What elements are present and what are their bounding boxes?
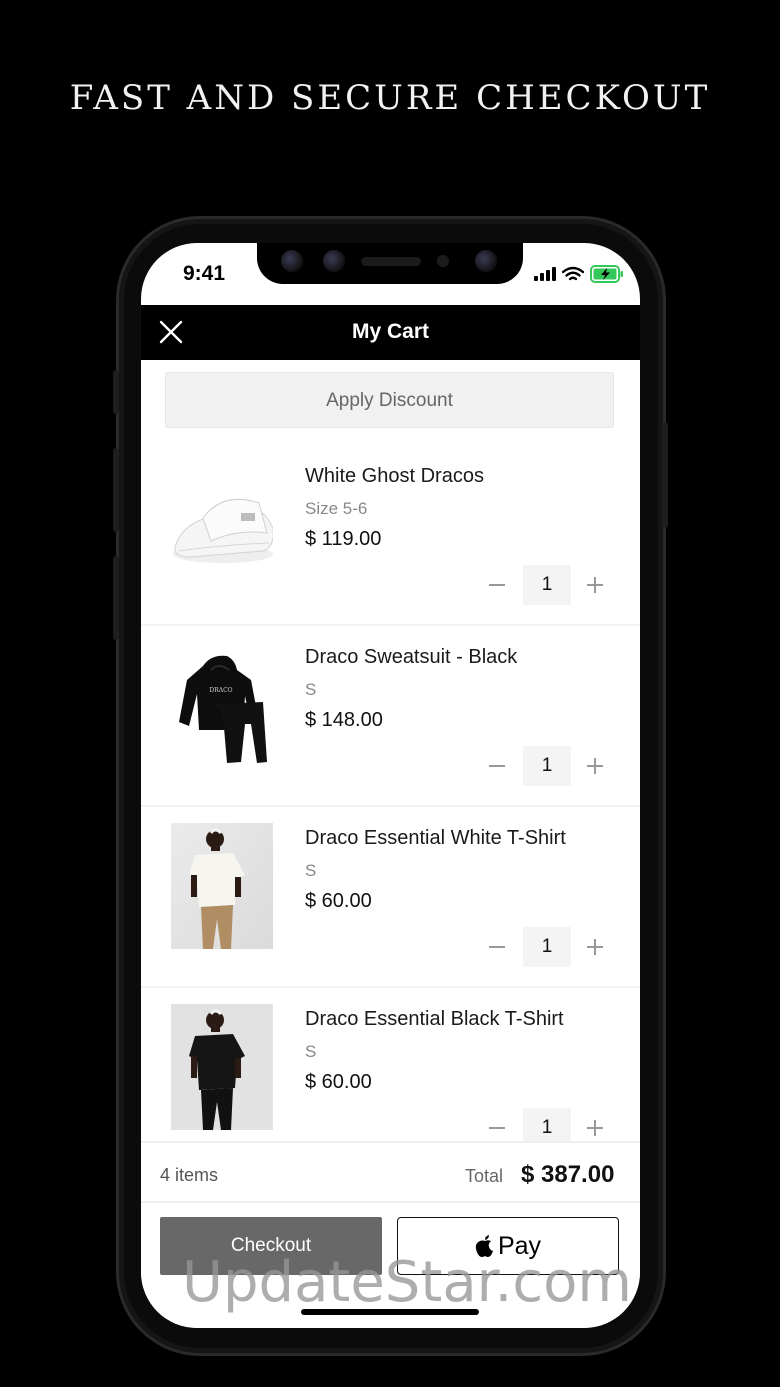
cart-item: Draco Essential White T-Shirt S $ 60.00 …: [141, 807, 640, 988]
total-value: $ 387.00: [521, 1161, 615, 1188]
item-size: S: [305, 1042, 317, 1061]
plus-icon[interactable]: [583, 1116, 607, 1140]
minus-icon[interactable]: [485, 1116, 509, 1140]
minus-icon[interactable]: [485, 935, 509, 959]
quantity-stepper: 1: [485, 746, 607, 786]
item-price: $ 148.00: [305, 709, 383, 731]
cart-item: DRACO Draco Sweatsuit - Black S $ 148.00…: [141, 626, 640, 807]
phone-screen: 9:41 My Cart Apply Discount White Ghost …: [141, 243, 640, 1328]
speaker-grille: [361, 257, 421, 266]
item-name: Draco Sweatsuit - Black: [305, 646, 518, 668]
apply-discount-button[interactable]: Apply Discount: [165, 372, 614, 428]
volume-up-button: [113, 448, 119, 532]
proximity-sensor: [437, 255, 449, 267]
quantity-value[interactable]: 1: [523, 565, 571, 605]
page-title: My Cart: [351, 320, 430, 343]
minus-icon[interactable]: [485, 573, 509, 597]
quantity-value[interactable]: 1: [523, 927, 571, 967]
sensor-icon: [281, 250, 303, 272]
sensor-icon: [323, 250, 345, 272]
hoodie-print: DRACO: [209, 687, 232, 694]
quantity-stepper: 1: [485, 927, 607, 967]
power-button: [662, 422, 668, 528]
plus-icon[interactable]: [583, 754, 607, 778]
divider: [141, 1201, 640, 1203]
status-icons: [534, 265, 624, 283]
item-price: $ 60.00: [305, 1071, 372, 1093]
plus-icon[interactable]: [583, 573, 607, 597]
battery-charging-icon: [590, 265, 623, 283]
item-size: S: [305, 861, 317, 880]
product-image-sweatsuit: DRACO: [179, 655, 267, 763]
item-price: $ 119.00: [305, 528, 382, 550]
watermark: UpdateStar.com: [182, 1250, 632, 1315]
wifi-icon: [562, 266, 584, 281]
item-name: Draco Essential White T-Shirt: [305, 827, 566, 849]
product-image-black-tshirt: [171, 1004, 273, 1130]
mute-switch: [113, 370, 119, 414]
item-count: 4 items: [160, 1165, 219, 1185]
item-price: $ 60.00: [305, 890, 372, 912]
cart-item: White Ghost Dracos Size 5-6 $ 119.00 1: [141, 445, 640, 626]
front-camera-icon: [475, 250, 497, 272]
quantity-stepper: 1: [485, 565, 607, 605]
headline: FAST AND SECURE CHECKOUT: [69, 78, 711, 118]
signal-icon: [534, 267, 556, 281]
navbar: My Cart: [141, 305, 640, 360]
total-label: Total: [465, 1166, 504, 1186]
quantity-value[interactable]: 1: [523, 746, 571, 786]
notch: [257, 243, 523, 284]
status-time: 9:41: [183, 262, 226, 285]
item-name: Draco Essential Black T-Shirt: [305, 1008, 564, 1030]
volume-down-button: [113, 556, 119, 640]
plus-icon[interactable]: [583, 935, 607, 959]
minus-icon[interactable]: [485, 754, 509, 778]
item-name: White Ghost Dracos: [305, 465, 484, 487]
product-image-slide: [173, 498, 273, 563]
item-size: S: [305, 680, 317, 699]
item-size: Size 5-6: [305, 499, 368, 518]
product-image-white-tshirt: [171, 823, 273, 949]
